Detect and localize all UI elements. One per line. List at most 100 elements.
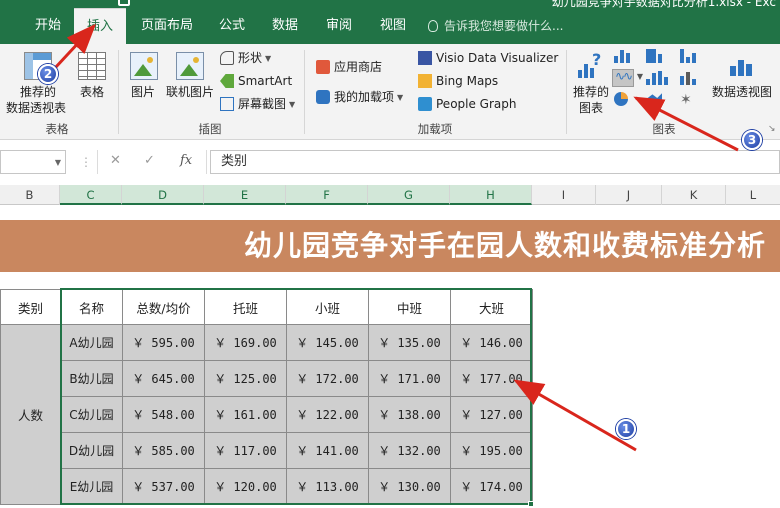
value-cell[interactable]: ￥ 174.00 xyxy=(450,468,533,505)
column-header-l[interactable]: L xyxy=(726,185,780,205)
value-cell[interactable]: ￥ 117.00 xyxy=(204,432,287,469)
my-addins-button[interactable]: 我的加载项 ▼ xyxy=(316,88,403,106)
save-icon[interactable] xyxy=(118,0,130,6)
dialog-launcher-icon[interactable]: ↘ xyxy=(768,124,776,134)
picture-icon[interactable] xyxy=(130,52,158,80)
visio-button[interactable]: Visio Data Visualizer xyxy=(418,49,558,67)
name-cell[interactable]: C幼儿园 xyxy=(60,396,123,433)
online-picture-icon[interactable] xyxy=(176,52,204,80)
header-small[interactable]: 小班 xyxy=(286,289,369,325)
value-cell[interactable]: ￥ 127.00 xyxy=(450,396,533,433)
column-header-j[interactable]: J xyxy=(596,185,662,205)
people-graph-button[interactable]: People Graph xyxy=(418,95,517,113)
recommended-pivot-label-1[interactable]: 推荐的 xyxy=(20,83,56,100)
name-box[interactable]: ▼ xyxy=(0,150,66,174)
value-cell[interactable]: ￥ 138.00 xyxy=(368,396,451,433)
name-cell[interactable]: A幼儿园 xyxy=(60,324,123,361)
group-tables-label: 表格 xyxy=(45,122,69,136)
value-cell[interactable]: ￥ 122.00 xyxy=(286,396,369,433)
hierarchy-chart-button[interactable] xyxy=(646,49,668,67)
chevron-down-icon: ▼ xyxy=(397,93,404,102)
tab-view[interactable]: 视图 xyxy=(373,8,413,44)
value-cell[interactable]: ￥ 585.00 xyxy=(122,432,205,469)
waterfall-chart-button[interactable] xyxy=(680,49,702,67)
tab-formulas[interactable]: 公式 xyxy=(212,8,252,44)
value-cell[interactable]: ￥ 171.00 xyxy=(368,360,451,397)
name-cell[interactable]: D幼儿园 xyxy=(60,432,123,469)
callout-3: 3 xyxy=(742,130,762,150)
area-chart-button[interactable] xyxy=(646,92,668,110)
tab-home[interactable]: 开始 xyxy=(28,8,68,44)
screenshot-button[interactable]: 屏幕截图 ▼ xyxy=(220,95,295,113)
recommended-pivot-label-2[interactable]: 数据透视表 xyxy=(6,99,66,116)
tab-insert[interactable]: 插入 xyxy=(74,8,126,44)
column-header-g[interactable]: G xyxy=(368,185,450,205)
online-picture-button[interactable]: 联机图片 xyxy=(166,83,214,100)
column-header-d[interactable]: D xyxy=(122,185,204,205)
table-icon[interactable] xyxy=(78,52,106,80)
column-header-e[interactable]: E xyxy=(204,185,286,205)
value-cell[interactable]: ￥ 169.00 xyxy=(204,324,287,361)
header-middle[interactable]: 中班 xyxy=(368,289,451,325)
column-header-f[interactable]: F xyxy=(286,185,368,205)
recommended-charts-label-2[interactable]: 图表 xyxy=(579,99,603,116)
value-cell[interactable]: ￥ 645.00 xyxy=(122,360,205,397)
enter-icon[interactable]: ✓ xyxy=(144,153,155,168)
value-cell[interactable]: ￥ 130.00 xyxy=(368,468,451,505)
statistic-chart-button[interactable] xyxy=(646,71,668,89)
column-header-c[interactable]: C xyxy=(60,185,122,205)
picture-button[interactable]: 图片 xyxy=(131,83,155,100)
bing-maps-button[interactable]: Bing Maps xyxy=(418,72,498,90)
name-cell[interactable]: B幼儿园 xyxy=(60,360,123,397)
tell-me-search[interactable]: 告诉我您想要做什么... xyxy=(428,8,563,44)
column-header-h[interactable]: H xyxy=(450,185,532,205)
value-cell[interactable]: ￥ 161.00 xyxy=(204,396,287,433)
header-nursery[interactable]: 托班 xyxy=(204,289,287,325)
table-button[interactable]: 表格 xyxy=(80,83,104,100)
column-header-b[interactable]: B xyxy=(0,185,60,205)
recommended-charts-label-1[interactable]: 推荐的 xyxy=(573,83,609,100)
value-cell[interactable]: ￥ 132.00 xyxy=(368,432,451,469)
recommended-charts-icon[interactable]: ? xyxy=(578,50,606,80)
value-cell[interactable]: ￥ 177.00 xyxy=(450,360,533,397)
value-cell[interactable]: ￥ 141.00 xyxy=(286,432,369,469)
fill-handle[interactable] xyxy=(528,501,534,507)
line-chart-button[interactable]: ∿∿ ▼ xyxy=(612,69,643,87)
value-cell[interactable]: ￥ 145.00 xyxy=(286,324,369,361)
column-chart-button[interactable] xyxy=(614,49,636,67)
visio-icon xyxy=(418,51,432,65)
cancel-icon[interactable]: ✕ xyxy=(110,153,121,168)
store-button[interactable]: 应用商店 xyxy=(316,58,382,76)
column-header-i[interactable]: I xyxy=(532,185,596,205)
tab-data[interactable]: 数据 xyxy=(265,8,305,44)
scatter-chart-button[interactable]: ✶ xyxy=(680,92,702,110)
pie-chart-button[interactable] xyxy=(614,92,636,110)
value-cell[interactable]: ￥ 595.00 xyxy=(122,324,205,361)
column-header-k[interactable]: K xyxy=(662,185,726,205)
tab-page-layout[interactable]: 页面布局 xyxy=(136,8,198,44)
value-cell[interactable]: ￥ 120.00 xyxy=(204,468,287,505)
value-cell[interactable]: ￥ 113.00 xyxy=(286,468,369,505)
category-cell[interactable]: 人数 xyxy=(0,324,61,505)
value-cell[interactable]: ￥ 125.00 xyxy=(204,360,287,397)
header-name[interactable]: 名称 xyxy=(60,289,123,325)
header-category[interactable]: 类别 xyxy=(0,289,61,325)
combo-chart-button[interactable] xyxy=(680,71,702,89)
name-cell[interactable]: E幼儿园 xyxy=(60,468,123,505)
header-large[interactable]: 大班 xyxy=(450,289,533,325)
pivot-chart-icon[interactable] xyxy=(730,52,758,80)
value-cell[interactable]: ￥ 146.00 xyxy=(450,324,533,361)
value-cell[interactable]: ￥ 135.00 xyxy=(368,324,451,361)
tab-review[interactable]: 审阅 xyxy=(319,8,359,44)
value-cell[interactable]: ￥ 195.00 xyxy=(450,432,533,469)
formula-input[interactable]: 类别 xyxy=(210,150,780,174)
insert-function-icon[interactable]: fx xyxy=(180,153,192,168)
value-cell[interactable]: ￥ 172.00 xyxy=(286,360,369,397)
resize-dots-icon[interactable]: ⋮ xyxy=(80,155,92,169)
pivot-chart-button[interactable]: 数据透视图 xyxy=(712,83,772,100)
value-cell[interactable]: ￥ 537.00 xyxy=(122,468,205,505)
value-cell[interactable]: ￥ 548.00 xyxy=(122,396,205,433)
shapes-button[interactable]: 形状 ▼ xyxy=(220,49,271,67)
header-total[interactable]: 总数/均价 xyxy=(122,289,205,325)
smartart-button[interactable]: SmartArt xyxy=(220,72,292,90)
